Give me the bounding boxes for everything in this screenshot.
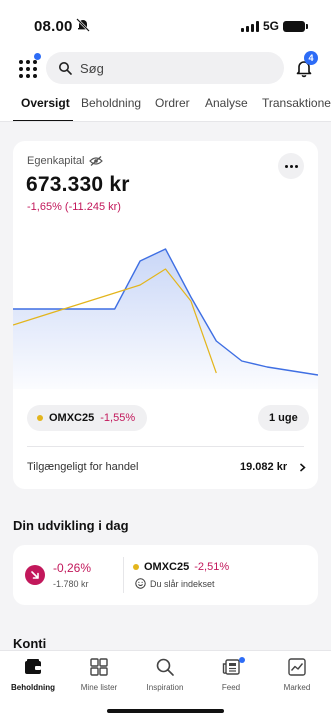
- benchmark-color-dot: [133, 564, 139, 570]
- eye-off-icon[interactable]: [88, 156, 103, 166]
- equity-value: 673.330 kr: [26, 173, 130, 196]
- nav-inspiration[interactable]: Inspiration: [132, 657, 198, 692]
- development-benchmark: OMXC25 -2,51%: [133, 561, 229, 573]
- search-icon: [156, 658, 174, 676]
- nav-beholdning[interactable]: Beholdning: [0, 657, 66, 692]
- tab-analyse[interactable]: Analyse: [205, 96, 248, 110]
- network-label: 5G: [262, 19, 279, 33]
- benchmark-toggle[interactable]: OMXC25 -1,55%: [27, 405, 148, 431]
- top-bar: Søg 4: [0, 48, 331, 90]
- feed-notification-dot: [239, 657, 245, 663]
- development-bench-change: -2,51%: [194, 561, 230, 573]
- available-label[interactable]: Tilgængeligt for handel: [27, 461, 139, 473]
- nav-mine-lister-label: Mine lister: [80, 683, 118, 692]
- more-options-button[interactable]: [278, 153, 304, 179]
- home-indicator: [107, 709, 224, 713]
- search-icon: [59, 62, 72, 75]
- nav-feed-label: Feed: [221, 683, 241, 692]
- available-value[interactable]: 19.082 kr: [240, 461, 287, 473]
- tab-beholdning[interactable]: Beholdning: [81, 96, 141, 110]
- nav-marked[interactable]: Marked: [264, 657, 330, 692]
- benchmark-change: -1,55%: [100, 412, 136, 424]
- nav-feed[interactable]: Feed: [198, 657, 264, 692]
- chart-icon: [288, 658, 306, 676]
- grid-icon: [90, 658, 108, 676]
- nav-beholdning-label: Beholdning: [11, 683, 55, 692]
- accounts-title: Konti: [13, 636, 47, 651]
- newspaper-icon: [222, 659, 240, 675]
- grid-dots-icon: [19, 60, 37, 78]
- wallet-icon: [25, 659, 41, 674]
- notification-count-badge: 4: [304, 51, 318, 65]
- development-title: Din udvikling i dag: [13, 518, 129, 533]
- equity-label-text: Egenkapital: [27, 155, 85, 167]
- equity-label: Egenkapital: [27, 155, 103, 167]
- benchmark-color-dot: [37, 415, 43, 421]
- status-indicators: 5G: [240, 19, 308, 33]
- development-amount: -1.780 kr: [53, 579, 89, 589]
- development-separator: [123, 557, 124, 593]
- chevron-right-icon[interactable]: [299, 463, 306, 472]
- period-selector[interactable]: 1 uge: [258, 405, 309, 431]
- beat-index-text: Du slår indekset: [150, 578, 215, 589]
- development-bench-name: OMXC25: [144, 561, 190, 573]
- nav-marked-label: Marked: [283, 683, 311, 692]
- apps-notification-dot: [34, 53, 41, 60]
- benchmark-name: OMXC25: [49, 412, 95, 424]
- tab-ordrer[interactable]: Ordrer: [155, 96, 190, 110]
- smiley-icon: [135, 578, 146, 589]
- status-bar: 08.00 5G: [0, 0, 331, 48]
- bell-muted-icon: [76, 18, 90, 32]
- signal-icon: [240, 20, 259, 32]
- development-pct: -0,26%: [53, 561, 92, 575]
- equity-chart: [13, 248, 318, 389]
- nav-mine-lister[interactable]: Mine lister: [66, 657, 132, 692]
- battery-icon: [283, 20, 308, 32]
- tab-bar: Oversigt Beholdning Ordrer Analyse Trans…: [0, 90, 331, 122]
- search-placeholder: Søg: [80, 60, 104, 76]
- trend-down-icon: [25, 565, 45, 585]
- more-dots-icon: [284, 164, 288, 168]
- search-input[interactable]: Søg: [46, 52, 284, 84]
- divider: [27, 446, 304, 447]
- beat-index-note: Du slår indekset: [135, 578, 215, 589]
- equity-card: Egenkapital 673.330 kr -1,65% (-11.245 k…: [13, 141, 318, 489]
- apps-menu-button[interactable]: [16, 53, 41, 78]
- tab-oversigt[interactable]: Oversigt: [21, 96, 70, 110]
- tab-transaktioner[interactable]: Transaktioner: [262, 96, 331, 110]
- nav-inspiration-label: Inspiration: [146, 683, 184, 692]
- active-tab-indicator: [13, 120, 73, 121]
- status-time: 08.00: [34, 18, 73, 35]
- development-card[interactable]: -0,26% -1.780 kr OMXC25 -2,51% Du slår i…: [13, 545, 318, 605]
- equity-change: -1,65% (-11.245 kr): [27, 201, 121, 213]
